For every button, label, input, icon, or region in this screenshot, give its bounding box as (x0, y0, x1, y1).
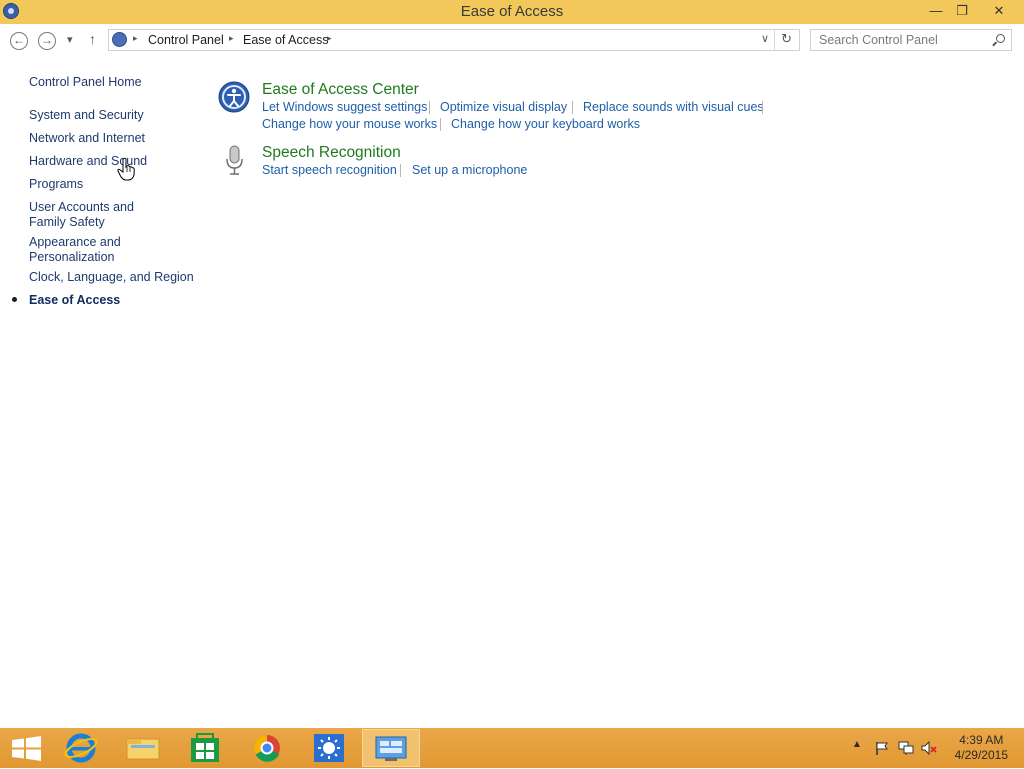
ease-of-access-center-icon[interactable] (218, 81, 250, 113)
category-title[interactable]: Ease of Access Center (262, 81, 419, 99)
file-explorer-icon[interactable] (115, 729, 171, 767)
up-button[interactable]: ↑ (89, 31, 96, 47)
search-input[interactable]: Search Control Panel (810, 29, 1012, 51)
volume-muted-icon[interactable] (920, 740, 938, 756)
recent-locations-button[interactable]: ▾ (67, 33, 73, 46)
show-hidden-icons-button[interactable]: ▲ (852, 739, 862, 750)
link-separator (400, 164, 401, 177)
settings-app-icon[interactable] (301, 729, 357, 767)
address-divider (774, 30, 775, 50)
minimize-button[interactable]: — (922, 0, 950, 22)
sidebar-item-user-accounts[interactable]: User Accounts and Family Safety (29, 200, 174, 230)
sidebar-item-hardware-and-sound[interactable]: Hardware and Sound (29, 154, 194, 169)
hand-cursor-icon (117, 157, 135, 181)
search-icon[interactable] (996, 34, 1005, 43)
link-replace-sounds[interactable]: Replace sounds with visual cues (583, 100, 764, 114)
breadcrumb-separator-icon[interactable]: ▸ (327, 33, 332, 44)
sidebar-item-appearance[interactable]: Appearance and Personalization (29, 235, 134, 265)
navigation-bar: ← → ▾ ↑ ▸ Control Panel ▸ Ease of Access… (0, 24, 1024, 58)
sidebar-item-network-and-internet[interactable]: Network and Internet (29, 131, 194, 146)
taskbar: ▲ 4:39 AM 4/29/2015 (0, 728, 1024, 768)
link-change-mouse[interactable]: Change how your mouse works (262, 117, 437, 131)
link-separator (572, 101, 573, 114)
forward-button[interactable]: → (38, 32, 56, 50)
sidebar-item-programs[interactable]: Programs (29, 177, 194, 192)
chrome-icon[interactable] (239, 729, 295, 767)
address-bar[interactable]: ▸ Control Panel ▸ Ease of Access ▸ ∨ ↻ (108, 29, 800, 51)
breadcrumb-ease-of-access[interactable]: Ease of Access (243, 33, 328, 47)
sidebar-item-system-and-security[interactable]: System and Security (29, 108, 194, 123)
internet-explorer-icon[interactable] (53, 729, 109, 767)
breadcrumb-separator-icon[interactable]: ▸ (229, 33, 234, 44)
link-let-windows-suggest[interactable]: Let Windows suggest settings (262, 100, 427, 114)
link-optimize-visual-display[interactable]: Optimize visual display (440, 100, 567, 114)
microphone-icon[interactable] (218, 144, 250, 176)
network-icon[interactable] (897, 740, 915, 756)
link-set-up-microphone[interactable]: Set up a microphone (412, 163, 527, 177)
store-icon[interactable] (177, 729, 233, 767)
address-dropdown-button[interactable]: ∨ (761, 32, 769, 45)
title-bar: Ease of Access — ❐ ✕ (0, 0, 1024, 24)
start-icon[interactable] (0, 729, 56, 767)
link-change-keyboard[interactable]: Change how your keyboard works (451, 117, 640, 131)
back-button[interactable]: ← (10, 32, 28, 50)
control-panel-taskbar-button[interactable] (362, 729, 420, 767)
refresh-button[interactable]: ↻ (781, 31, 792, 47)
search-placeholder: Search Control Panel (819, 33, 938, 47)
breadcrumb-control-panel[interactable]: Control Panel (148, 33, 224, 47)
breadcrumb-separator-icon[interactable]: ▸ (133, 33, 138, 44)
system-clock[interactable]: 4:39 AM 4/29/2015 (955, 733, 1008, 763)
close-button[interactable]: ✕ (985, 0, 1013, 22)
restore-button[interactable]: ❐ (948, 0, 976, 22)
sidebar-item-clock-language-region[interactable]: Clock, Language, and Region (29, 270, 194, 285)
clock-date: 4/29/2015 (954, 748, 1008, 762)
category-title[interactable]: Speech Recognition (262, 144, 401, 162)
action-center-flag-icon[interactable] (874, 740, 890, 756)
window-title: Ease of Access (460, 3, 564, 20)
link-separator (440, 118, 441, 131)
control-panel-icon (375, 736, 407, 761)
sidebar-control-panel-home[interactable]: Control Panel Home (29, 75, 194, 90)
link-separator (762, 101, 763, 114)
sidebar-item-ease-of-access: Ease of Access (29, 293, 121, 307)
current-item-bullet (12, 297, 17, 302)
link-start-speech-recognition[interactable]: Start speech recognition (262, 163, 397, 177)
clock-time: 4:39 AM (959, 733, 1004, 747)
link-separator (429, 101, 430, 114)
control-panel-icon (112, 32, 127, 47)
